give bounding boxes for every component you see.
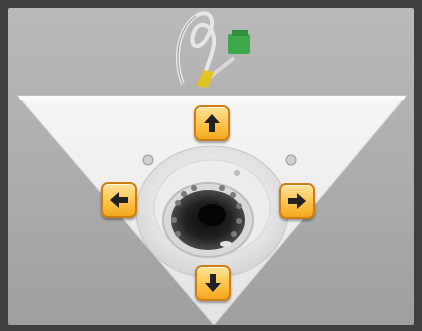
green-terminal: [228, 34, 250, 54]
pan-left-button[interactable]: [101, 182, 137, 218]
camera-window-frame: [0, 0, 422, 331]
screw: [142, 154, 154, 166]
yellow-connector: [196, 70, 214, 88]
screw: [285, 154, 297, 166]
pan-up-button[interactable]: [194, 105, 230, 141]
arrow-left-icon: [108, 189, 130, 211]
arrow-right-icon: [286, 190, 308, 212]
arrow-down-icon: [202, 272, 224, 294]
pan-right-button[interactable]: [279, 183, 315, 219]
camera-viewport: [8, 8, 414, 325]
pan-down-button[interactable]: [195, 265, 231, 301]
arrow-up-icon: [201, 112, 223, 134]
